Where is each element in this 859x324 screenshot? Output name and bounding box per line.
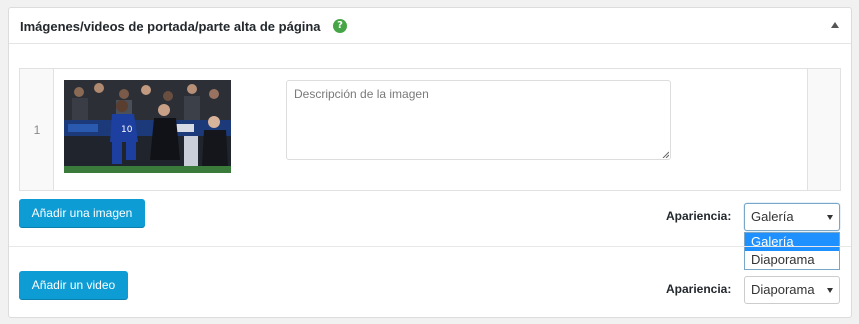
caret-down-icon — [827, 215, 833, 220]
image-appearance-dropdown: Galería Diaporama — [744, 232, 840, 270]
collapse-toggle-icon[interactable] — [831, 22, 839, 28]
image-appearance-value: Galería — [751, 209, 794, 224]
option-diaporama[interactable]: Diaporama — [745, 251, 839, 269]
image-description-input[interactable] — [286, 80, 671, 160]
option-galeria[interactable]: Galería — [745, 233, 839, 251]
video-appearance-label: Apariencia: — [666, 282, 732, 296]
image-appearance-select[interactable]: Galería — [744, 203, 840, 231]
image-appearance-label: Apariencia: — [666, 209, 732, 223]
video-appearance-select[interactable]: Diaporama — [744, 276, 840, 304]
add-image-button[interactable]: Añadir una imagen — [19, 199, 145, 227]
image-thumbnail-graphic: 10 — [64, 80, 231, 173]
row-handle[interactable]: 1 — [20, 69, 54, 190]
panel-header[interactable]: Imágenes/videos de portada/parte alta de… — [9, 8, 851, 44]
row-actions-cell[interactable] — [807, 69, 840, 190]
row-index: 1 — [33, 123, 41, 137]
svg-text:10: 10 — [121, 125, 133, 135]
video-appearance-value: Diaporama — [751, 282, 815, 297]
help-circle-icon[interactable]: ? — [333, 19, 347, 33]
section-divider — [9, 246, 851, 247]
image-thumbnail[interactable]: 10 — [64, 80, 231, 173]
image-table: 1 10 Descripción de la imagen — [19, 68, 841, 191]
panel-title: Imágenes/videos de portada/parte alta de… — [20, 19, 321, 34]
add-video-button[interactable]: Añadir un video — [19, 271, 128, 299]
caret-down-icon — [827, 288, 833, 293]
cover-media-panel: Imágenes/videos de portada/parte alta de… — [8, 7, 852, 318]
